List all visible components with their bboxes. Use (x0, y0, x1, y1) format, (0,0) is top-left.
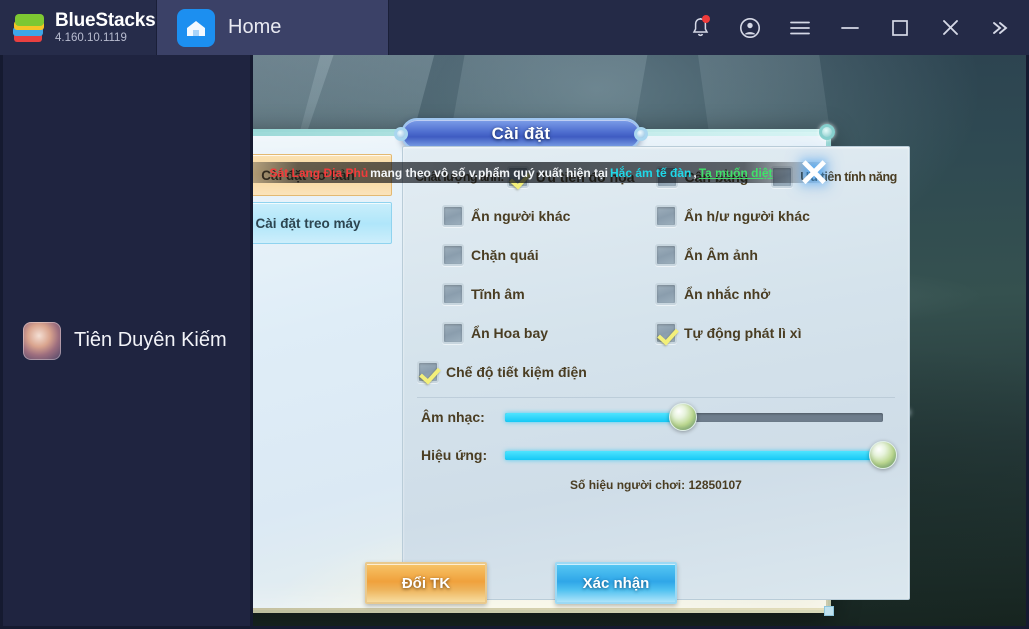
corner-ornament-icon (819, 124, 835, 140)
option-hide-shadow-images[interactable]: Ẩn Âm ảnh (655, 243, 758, 266)
bluestacks-titlebar: BlueStacks 4.160.10.1119 Home Tiên Duyên… (0, 0, 1029, 629)
tab-game[interactable]: Tiên Duyên Kiếm (0, 55, 253, 629)
checkbox[interactable] (655, 204, 677, 227)
maximize-icon[interactable] (875, 0, 925, 55)
player-id-text: Số hiệu người chơi: 12850107 (570, 478, 742, 492)
expand-more-icon[interactable] (975, 0, 1025, 55)
option-label: Tự động phát lì xì (684, 324, 802, 341)
home-icon (177, 8, 215, 47)
dialog-edge-bottom (211, 608, 831, 613)
effects-slider-fill (505, 450, 883, 460)
option-auto-red-envelope[interactable]: Tự động phát lì xì (655, 321, 802, 344)
option-label: Chặn quái (471, 246, 539, 263)
brand-name: BlueStacks (55, 10, 156, 31)
music-slider-track[interactable] (505, 403, 883, 431)
menu-icon[interactable] (775, 0, 825, 55)
confirm-button[interactable]: Xác nhận (555, 562, 677, 604)
banner-place: Hắc ám tế đàn (610, 165, 692, 180)
option-label: Ẩn h/ư người khác (684, 207, 810, 224)
tab-home-label: Home (228, 16, 282, 38)
dialog-title: Cài đặt (491, 124, 551, 143)
option-block-monsters[interactable]: Chặn quái (442, 243, 539, 266)
change-account-button[interactable]: Đổi TK (365, 562, 487, 604)
option-row: Ẩn Hoa bay Tự động phát lì xì (415, 313, 897, 352)
bluestacks-brand: BlueStacks 4.160.10.1119 (0, 0, 157, 55)
bluestacks-logo-icon (12, 13, 46, 43)
plaque-knob-icon (394, 127, 408, 141)
minimize-icon[interactable] (825, 0, 875, 55)
close-icon[interactable] (925, 0, 975, 55)
option-hide-others-effects[interactable]: Ẩn h/ư người khác (655, 204, 810, 227)
checkbox[interactable] (442, 204, 464, 227)
checkbox[interactable] (655, 321, 677, 344)
effects-slider-track[interactable] (505, 441, 897, 469)
effects-slider-row: Hiệu ứng: (415, 436, 897, 474)
sidebar-item-label: Cài đặt treo máy (255, 215, 361, 231)
window-controls (389, 0, 1029, 55)
broadcast-banner: Sát Lang Địa Phủ mang theo vô số v.phẩm … (211, 162, 831, 183)
effects-slider-label: Hiệu ứng: (421, 447, 488, 463)
confirm-label: Xác nhận (582, 574, 650, 592)
effects-slider-knob[interactable] (868, 441, 897, 469)
account-icon[interactable] (725, 0, 775, 55)
corner-marker (824, 606, 834, 616)
checkbox[interactable] (655, 282, 677, 305)
tab-game-label: Tiên Duyên Kiếm (74, 329, 227, 351)
music-slider-row: Âm nhạc: (415, 398, 897, 436)
banner-action-link[interactable]: Ta muốn diệt (699, 166, 773, 180)
settings-panel: Chất lượng ảnh: Ưu tiên đồ họa Cân bằng … (402, 146, 910, 600)
option-hide-reminders[interactable]: Ẩn nhắc nhở (655, 282, 771, 305)
option-hide-others[interactable]: Ẩn người khác (442, 204, 571, 227)
dialog-footer: Đổi TK Xác nhận (214, 562, 828, 604)
option-row: Ẩn người khác Ẩn h/ư người khác (415, 196, 897, 235)
option-label: Tĩnh âm (471, 285, 525, 302)
option-mute[interactable]: Tĩnh âm (442, 282, 525, 305)
music-slider-knob[interactable] (668, 403, 697, 431)
checkbox[interactable] (442, 282, 464, 305)
settings-dialog: Cài đặt Cài đặt cơ bản Cài đặt treo máy … (207, 118, 910, 616)
checkbox[interactable] (442, 243, 464, 266)
banner-highlight: Sát Lang Địa Phủ (269, 165, 369, 180)
tab-home[interactable]: Home (157, 0, 389, 55)
option-row: Tĩnh âm Ẩn nhắc nhở (415, 274, 897, 313)
plaque-knob-icon (634, 127, 648, 141)
checkbox[interactable] (417, 360, 439, 383)
option-label: Ẩn Âm ảnh (684, 246, 758, 263)
option-hide-flying-flowers[interactable]: Ẩn Hoa bay (442, 321, 549, 344)
power-save-row: Chế độ tiết kiệm điện (415, 352, 897, 391)
brand-version: 4.160.10.1119 (55, 31, 127, 44)
game-avatar (23, 321, 61, 360)
banner-comma: , (693, 165, 697, 180)
option-row: Chặn quái Ẩn Âm ảnh (415, 235, 897, 274)
notification-badge (702, 15, 710, 23)
change-account-label: Đổi TK (401, 574, 451, 592)
checkbox[interactable] (655, 243, 677, 266)
banner-text: mang theo vô số v.phẩm quý xuất hiện tại (370, 165, 608, 180)
checkbox[interactable] (442, 321, 464, 344)
music-slider-label: Âm nhạc: (421, 409, 485, 425)
option-label: Ẩn Hoa bay (471, 324, 549, 341)
notifications-bell-icon[interactable] (675, 0, 725, 55)
dialog-close-button[interactable]: ✕ (796, 153, 832, 195)
option-power-saving-mode[interactable]: Chế độ tiết kiệm điện (417, 360, 587, 383)
music-slider-fill (505, 412, 683, 422)
option-label: Ẩn người khác (471, 207, 571, 224)
dialog-close-label: ✕ (798, 153, 830, 195)
option-label: Ẩn nhắc nhở (684, 285, 771, 302)
option-label: Chế độ tiết kiệm điện (446, 363, 587, 380)
